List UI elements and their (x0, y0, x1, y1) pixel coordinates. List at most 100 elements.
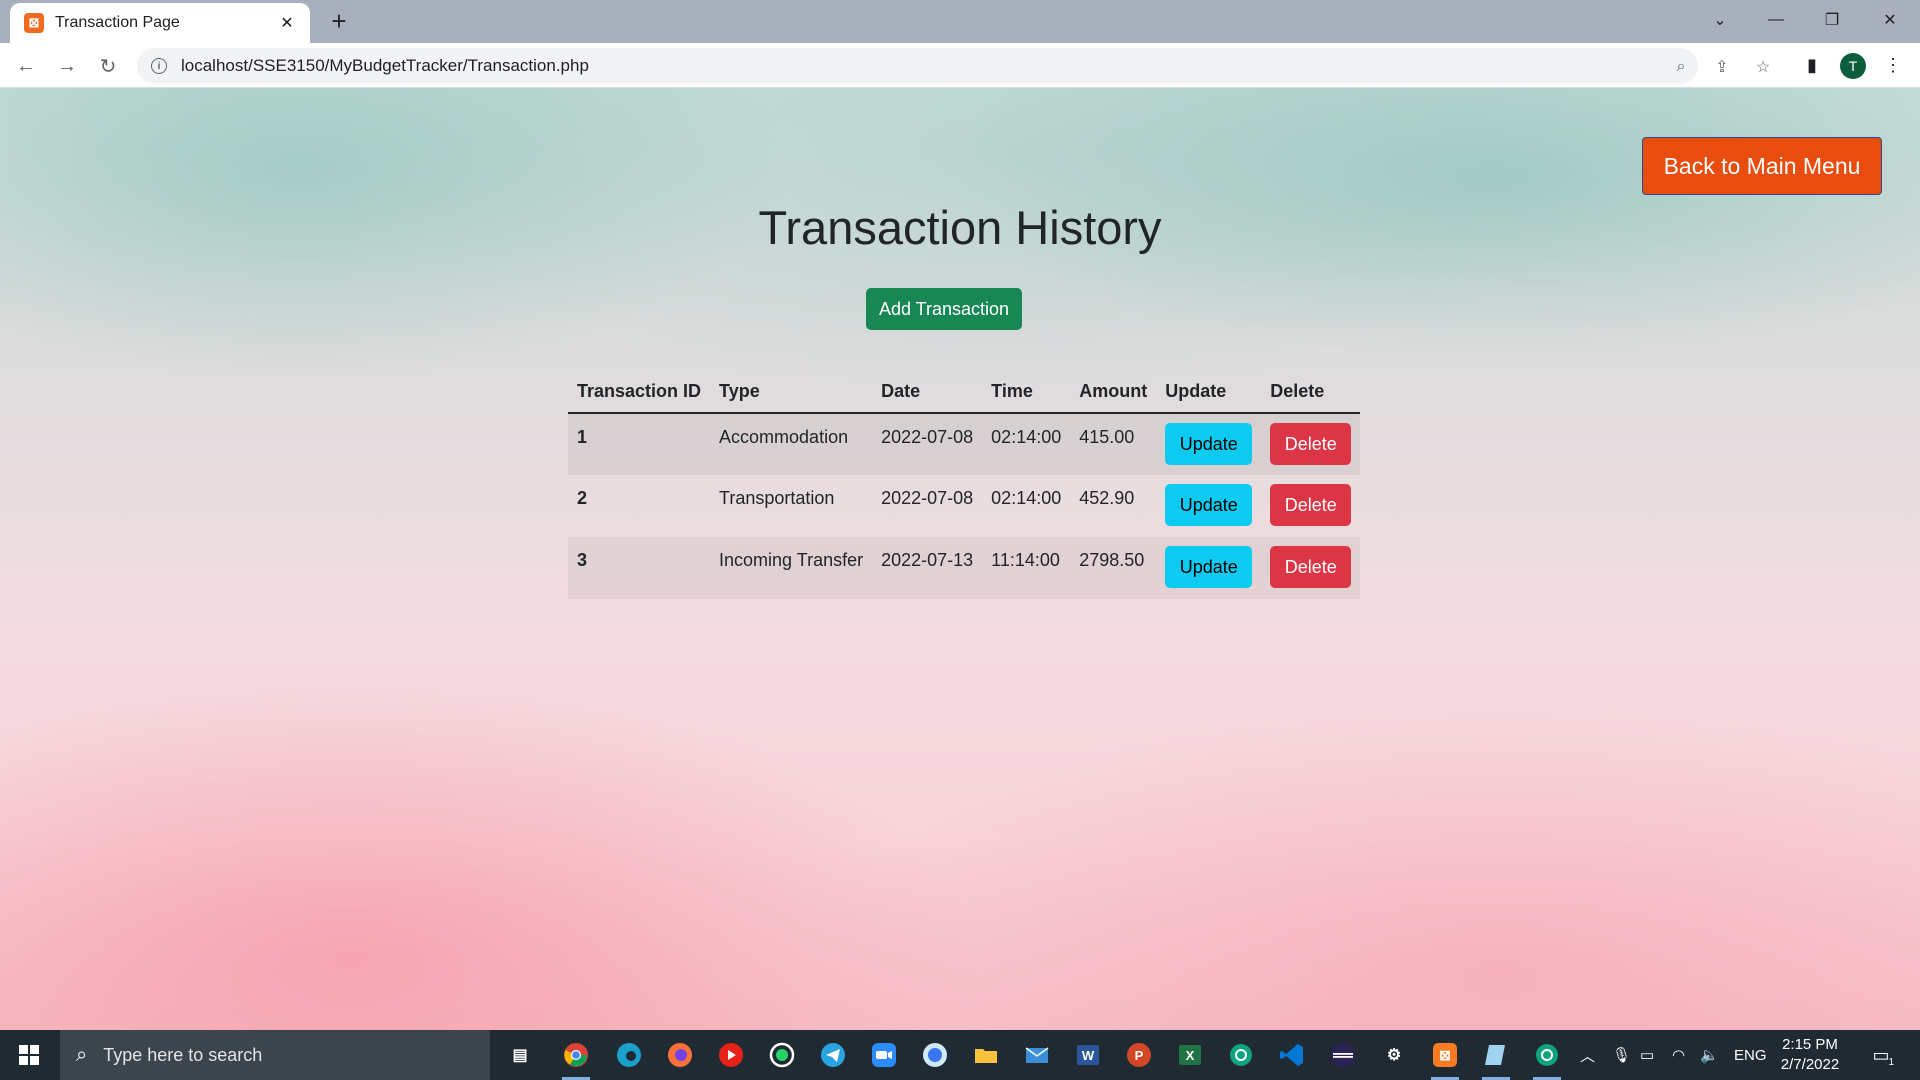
wifi-icon[interactable]: ◠ (1672, 1030, 1685, 1080)
column-header: Time (982, 371, 1071, 414)
tab-title: Transaction Page (55, 14, 180, 31)
browser-toolbar: ← → ↻ i localhost/SSE3150/MyBudgetTracke… (0, 43, 1920, 88)
powerpoint-icon[interactable]: P (1122, 1038, 1156, 1072)
browser-tab-strip: ⊠ Transaction Page ✕ + ⌄ — ❐ ✕ (0, 0, 1920, 43)
whatsapp-icon[interactable] (765, 1038, 799, 1072)
site-info-icon[interactable]: i (151, 58, 167, 74)
bookmark-star-icon[interactable]: ☆ (1753, 57, 1773, 77)
zoom-app-icon[interactable] (867, 1038, 901, 1072)
battery-icon[interactable]: ▭ (1640, 1030, 1654, 1080)
page-title-text: Transaction History (758, 201, 1162, 254)
address-bar[interactable]: i localhost/SSE3150/MyBudgetTracker/Tran… (137, 48, 1770, 84)
clock-time: 2:15 PM (1782, 1036, 1838, 1053)
start-button[interactable] (0, 1030, 58, 1080)
show-hidden-icons[interactable]: ︿ (1580, 1030, 1595, 1080)
share-icon[interactable]: ⇪ (1712, 57, 1732, 77)
file-explorer-icon[interactable] (969, 1038, 1003, 1072)
vscode-icon[interactable] (1275, 1038, 1309, 1072)
back-to-main-menu-button[interactable]: Back to Main Menu (1642, 137, 1882, 195)
delete-button[interactable]: Delete (1270, 423, 1352, 465)
taskbar: ⌕ Type here to search ▤ W P X ⚙ ⊠ ︿ 🎙 ▭ … (0, 1030, 1920, 1080)
update-cell: Update (1156, 413, 1261, 475)
update-button[interactable]: Update (1165, 423, 1253, 465)
reload-icon[interactable]: ↻ (92, 50, 124, 82)
page-title: Transaction History (0, 200, 1920, 255)
time-cell: 11:14:00 (991, 550, 1060, 570)
url-text[interactable]: localhost/SSE3150/MyBudgetTracker/Transa… (181, 56, 589, 76)
type-cell: Incoming Transfer (719, 550, 864, 570)
date-cell: 2022-07-08 (881, 427, 974, 447)
page-content: Back to Main Menu Transaction History Ad… (0, 88, 1920, 1030)
side-panel-icon[interactable]: ▮ (1799, 52, 1825, 78)
mail-icon[interactable] (1020, 1038, 1054, 1072)
eclipse-icon[interactable] (1326, 1038, 1360, 1072)
delete-button[interactable]: Delete (1270, 546, 1352, 588)
column-header: Update (1156, 371, 1262, 414)
update-cell: Update (1156, 537, 1261, 599)
xampp-icon: ⊠ (24, 13, 44, 33)
signal-icon[interactable] (918, 1038, 952, 1072)
word-icon[interactable]: W (1071, 1038, 1105, 1072)
menu-kebab-icon[interactable]: ⋮ (1880, 52, 1906, 78)
windows-logo-icon (19, 1045, 39, 1065)
close-window-button[interactable]: ✕ (1862, 0, 1918, 40)
edge-icon[interactable] (612, 1038, 646, 1072)
clock-date: 2/7/2022 (1780, 1056, 1840, 1073)
clock[interactable]: 2:15 PM 2/7/2022 (1760, 1035, 1860, 1075)
type-cell: Accommodation (719, 427, 849, 447)
svg-text:W: W (1082, 1048, 1095, 1063)
restore-button[interactable]: ❐ (1804, 0, 1860, 40)
add-transaction-button[interactable]: Add Transaction (866, 288, 1022, 330)
youtube-icon[interactable] (714, 1038, 748, 1072)
svg-text:X: X (1186, 1048, 1195, 1063)
search-icon: ⌕ (76, 1043, 88, 1066)
profile-avatar[interactable]: T (1840, 53, 1866, 79)
zoom-icon[interactable]: ⌕ (1671, 57, 1691, 77)
task-view-icon[interactable]: ▤ (503, 1038, 537, 1072)
svg-text:⊠: ⊠ (1439, 1047, 1451, 1063)
column-header: Transaction ID (568, 371, 711, 414)
update-cell: Update (1156, 475, 1261, 537)
notification-icon[interactable]: ▭ 1 (1868, 1042, 1894, 1069)
browser-tab[interactable]: ⊠ Transaction Page ✕ (10, 3, 310, 43)
amount-cell: 452.90 (1079, 488, 1135, 508)
volume-icon[interactable]: 🔈 (1700, 1030, 1719, 1080)
svg-text:P: P (1135, 1048, 1144, 1063)
forward-arrow-icon[interactable]: → (51, 50, 83, 82)
update-button[interactable]: Update (1165, 546, 1253, 588)
firefox-icon[interactable] (663, 1038, 697, 1072)
telegram-icon[interactable] (816, 1038, 850, 1072)
time-cell: 02:14:00 (991, 427, 1062, 447)
transaction-id-cell: 1 (577, 427, 588, 447)
minimize-button[interactable]: — (1748, 0, 1804, 40)
chatgpt-icon[interactable] (1224, 1038, 1258, 1072)
notepad-icon[interactable] (1479, 1038, 1513, 1080)
amount-cell: 2798.50 (1079, 550, 1145, 570)
close-tab-icon[interactable]: ✕ (276, 13, 298, 33)
chrome-icon[interactable] (559, 1038, 593, 1080)
table-row: 3 Incoming Transfer 2022-07-13 11:14:00 … (568, 537, 1361, 599)
tab-search-icon[interactable]: ⌄ (1692, 0, 1748, 40)
chatgpt-app-icon[interactable] (1530, 1038, 1564, 1080)
table-header-row: Transaction ID Type Date Time Amount Upd… (568, 371, 1361, 414)
update-button[interactable]: Update (1165, 484, 1253, 526)
back-arrow-icon[interactable]: ← (10, 50, 42, 82)
column-header: Delete (1261, 371, 1361, 414)
amount-cell: 415.00 (1079, 427, 1135, 447)
date-cell: 2022-07-08 (881, 488, 974, 508)
table-row: 2 Transportation 2022-07-08 02:14:00 452… (568, 475, 1360, 537)
excel-icon[interactable]: X (1173, 1038, 1207, 1072)
column-header: Type (710, 371, 873, 414)
settings-gear-icon[interactable]: ⚙ (1377, 1038, 1411, 1072)
column-header: Amount (1070, 371, 1157, 414)
table-row: 1 Accommodation 2022-07-08 02:14:00 415.… (568, 413, 1361, 475)
delete-button[interactable]: Delete (1270, 484, 1352, 526)
new-tab-button[interactable]: + (324, 6, 354, 36)
date-cell: 2022-07-13 (881, 550, 974, 570)
transaction-id-cell: 3 (577, 550, 588, 570)
microphone-icon[interactable]: 🎙 (1612, 1030, 1631, 1080)
xampp-app-icon[interactable]: ⊠ (1428, 1038, 1462, 1080)
delete-cell: Delete (1261, 413, 1360, 475)
transaction-id-cell: 2 (577, 488, 588, 508)
taskbar-search[interactable]: ⌕ Type here to search (60, 1030, 490, 1080)
